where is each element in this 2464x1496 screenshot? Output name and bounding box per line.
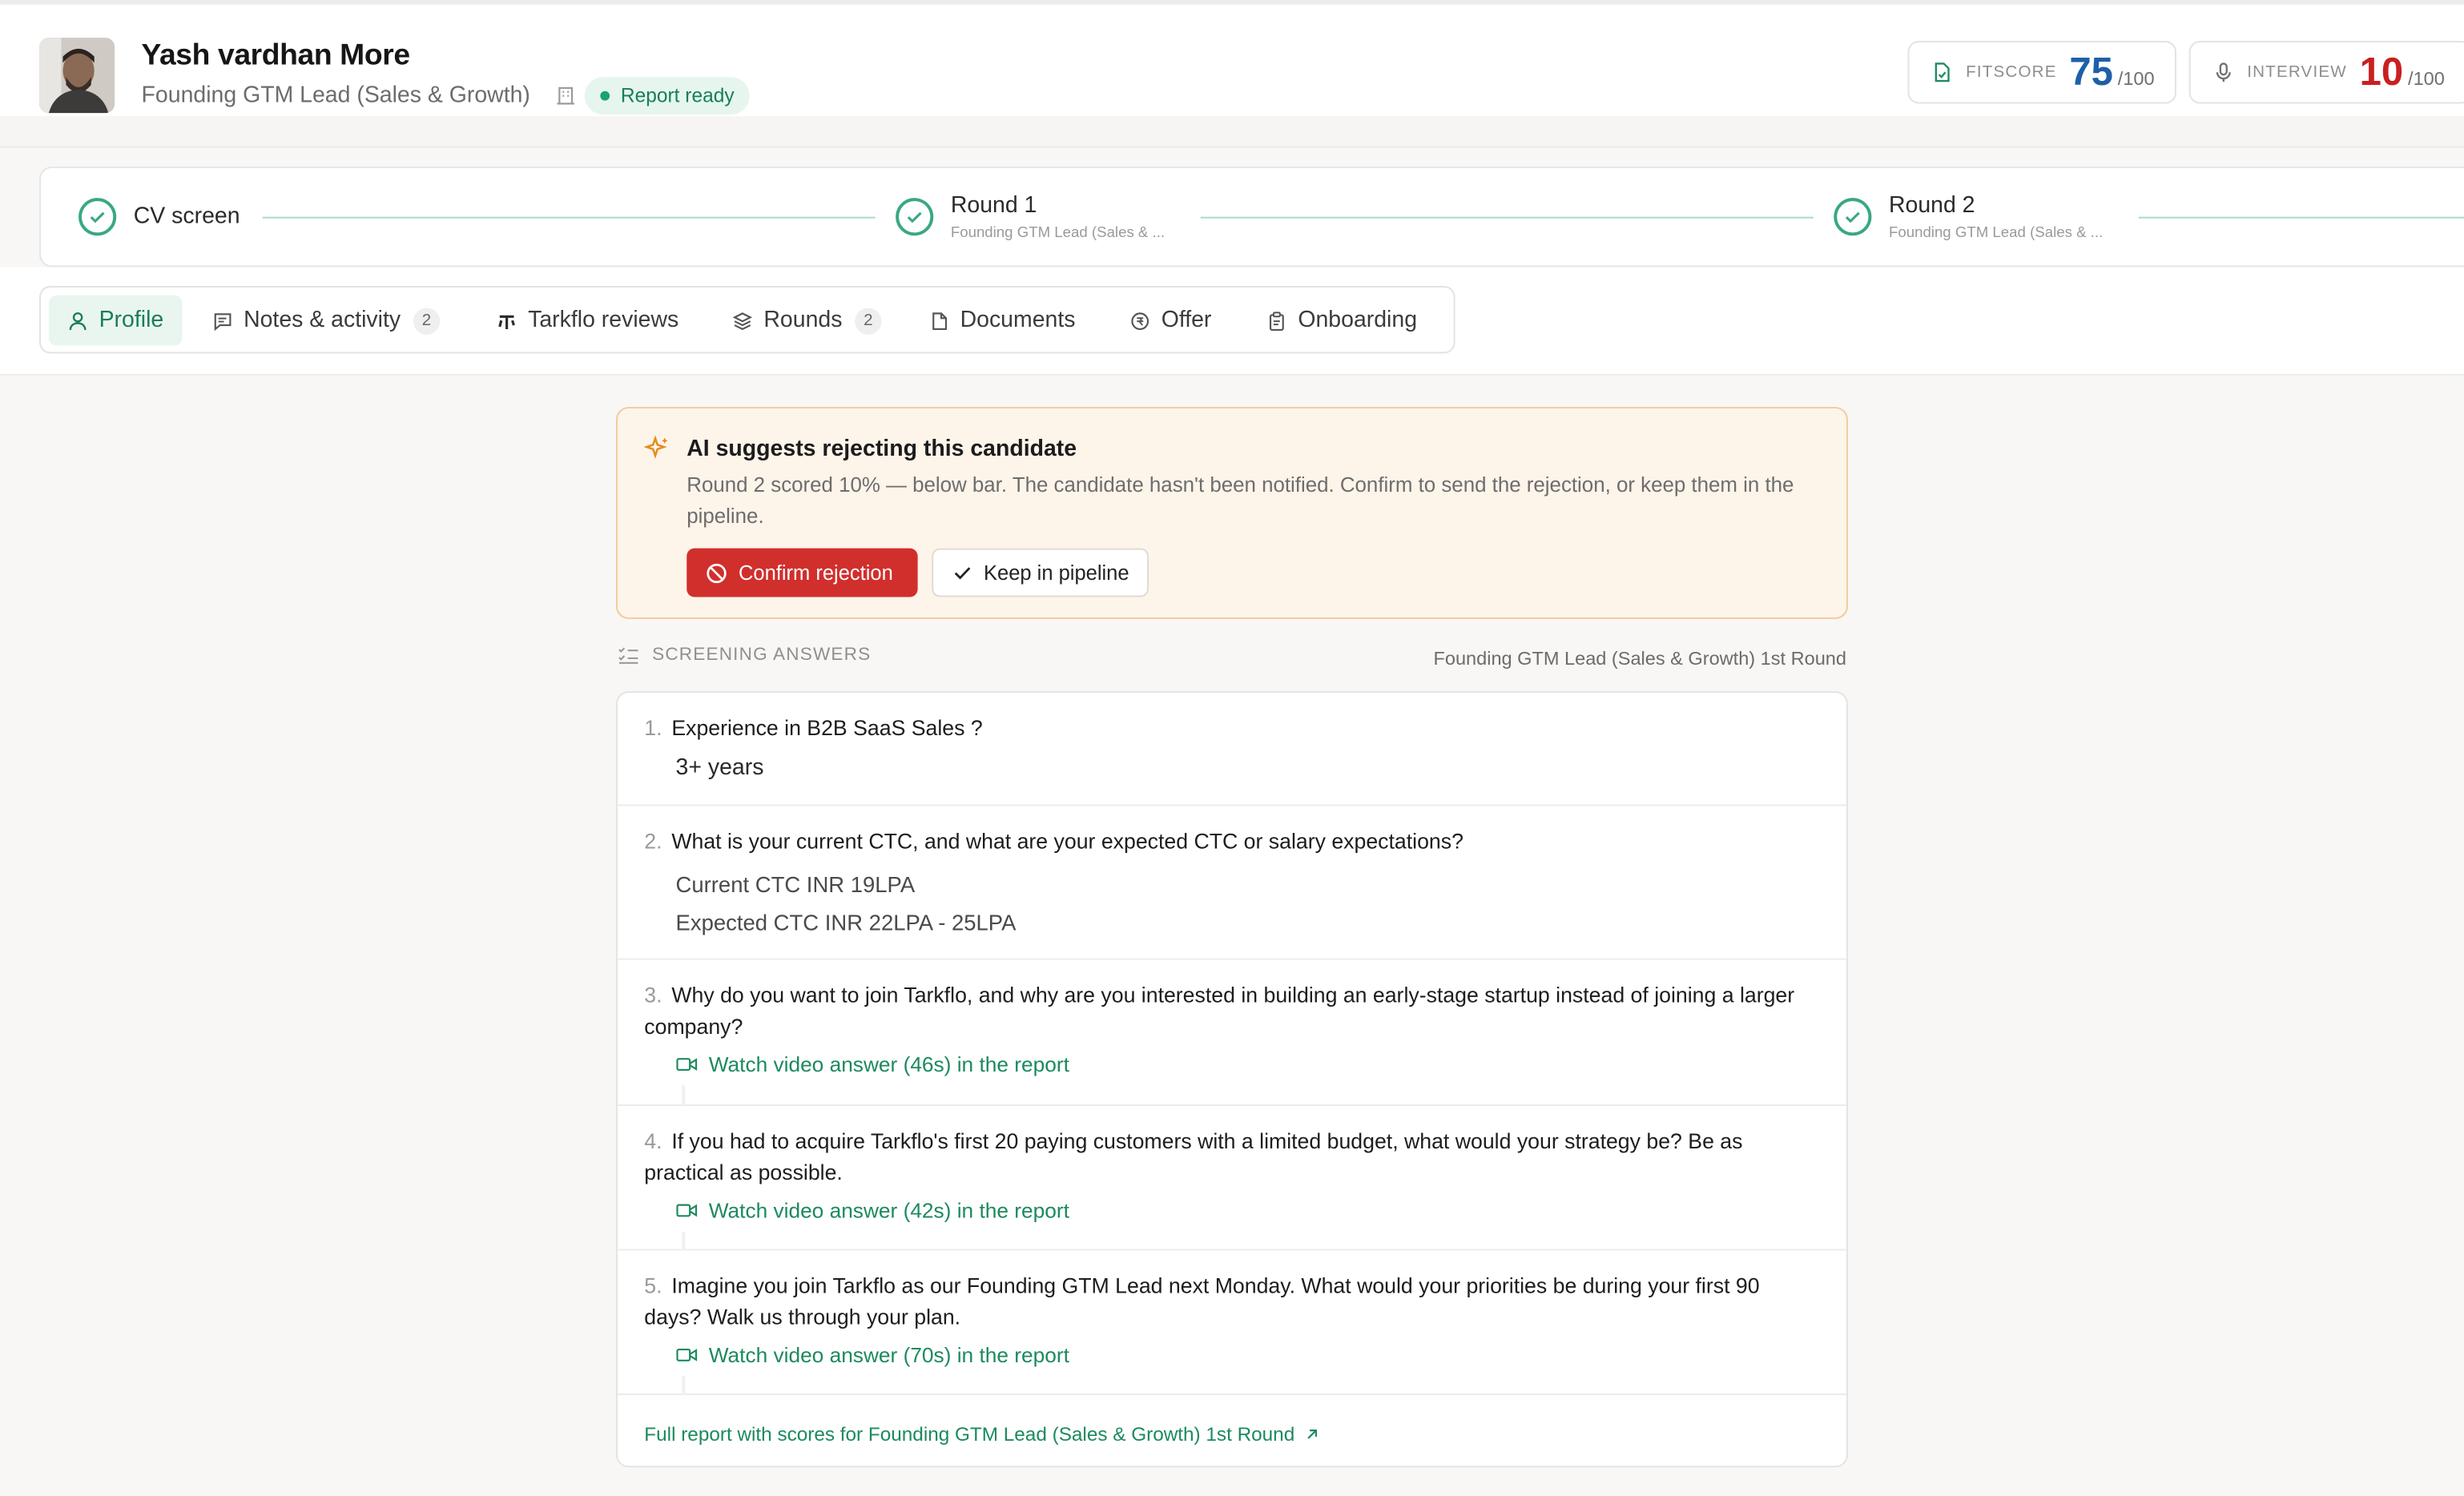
list-item: 4. If you had to acquire Tarkflo's first … xyxy=(617,1106,1846,1251)
message-icon xyxy=(214,312,232,331)
screening-answers-card: 1. Experience in B2B SaaS Sales ? 3+ year… xyxy=(615,691,1848,1468)
tab-label: Profile xyxy=(99,308,164,333)
step-complete-check-icon xyxy=(79,198,117,236)
video-icon xyxy=(676,1349,698,1361)
layers-icon xyxy=(732,312,753,330)
watch-video-link[interactable]: Watch video answer (70s) in the report xyxy=(676,1343,1069,1367)
question-text: 4. If you had to acquire Tarkflo's first … xyxy=(644,1129,1743,1185)
list-item: 3. Why do you want to join Tarkflo, and w… xyxy=(617,960,1846,1107)
keep-in-pipeline-button[interactable]: Keep in pipeline xyxy=(932,548,1149,597)
status-badge-label: Report ready xyxy=(620,84,735,107)
microphone-icon xyxy=(2216,62,2231,82)
step-round-2[interactable]: Round 2 xyxy=(1889,193,1975,218)
step-complete-check-icon xyxy=(896,198,934,236)
step-connector xyxy=(1200,216,1814,219)
tab-label: Rounds xyxy=(763,308,843,333)
question-text: 1. Experience in B2B SaaS Sales ? xyxy=(644,716,983,740)
pipeline-stepper: CV screen Round 1 Founding GTM Lead (Sal… xyxy=(39,166,2464,267)
tab-tarkflo-reviews[interactable]: Tarkflo reviews xyxy=(497,296,678,346)
step-complete-check-icon xyxy=(1834,198,1872,236)
candidate-name: Yash vardhan More xyxy=(141,39,411,73)
answer-line: Expected CTC INR 22LPA - 25LPA xyxy=(675,909,1017,935)
candidate-role: Founding GTM Lead (Sales & Growth) xyxy=(141,82,530,109)
document-check-icon xyxy=(1935,62,1950,82)
tarkflo-logo-icon xyxy=(498,314,515,328)
tab-count-badge: 2 xyxy=(855,307,882,334)
step-connector xyxy=(2138,216,2464,219)
fitscore-denominator: /100 xyxy=(2117,67,2155,90)
ban-icon xyxy=(707,562,727,583)
tab-label: Offer xyxy=(1161,308,1212,333)
ai-suggestion-description: Round 2 scored 10% — below bar. The cand… xyxy=(686,473,1794,529)
confirm-rejection-label: Confirm rejection xyxy=(738,561,893,585)
tab-label: Onboarding xyxy=(1298,308,1418,333)
screening-answers-heading: SCREENING ANSWERS xyxy=(618,645,871,665)
ai-suggestion-panel: AI suggests rejecting this candidate Rou… xyxy=(615,407,1848,619)
tab-label: Documents xyxy=(960,308,1076,333)
interview-denominator: /100 xyxy=(2408,67,2445,90)
interview-value: 10 xyxy=(2359,49,2404,94)
checklist-icon xyxy=(618,647,638,664)
ai-suggestion-title: AI suggests rejecting this candidate xyxy=(686,436,1077,462)
header-divider xyxy=(0,116,2464,148)
divider xyxy=(682,1085,686,1105)
step-round-2-subtitle: Founding GTM Lead (Sales & ... xyxy=(1888,224,2104,243)
step-round-1[interactable]: Round 1 xyxy=(951,193,1037,218)
video-icon xyxy=(676,1204,698,1217)
step-round-1-subtitle: Founding GTM Lead (Sales & ... xyxy=(950,224,1166,243)
clipboard-icon xyxy=(1269,311,1284,331)
user-icon xyxy=(69,312,87,330)
tab-profile[interactable]: Profile xyxy=(48,295,183,346)
fitscore-label: FITSCORE xyxy=(1966,62,2057,82)
question-text: 2. What is your current CTC, and what are… xyxy=(644,829,1464,854)
file-icon xyxy=(932,312,948,330)
building-icon xyxy=(554,85,576,107)
divider xyxy=(682,1231,686,1251)
tab-rounds[interactable]: Rounds 2 xyxy=(732,296,882,346)
watch-video-link[interactable]: Watch video answer (46s) in the report xyxy=(676,1052,1069,1076)
step-cv-screen[interactable]: CV screen xyxy=(134,204,240,229)
interview-label: INTERVIEW xyxy=(2247,62,2347,82)
tab-count-badge: 2 xyxy=(413,307,441,334)
list-item: 5. Imagine you join Tarkflo as our Foundi… xyxy=(617,1251,1846,1395)
tab-label: Tarkflo reviews xyxy=(528,308,679,333)
tab-label: Notes & activity xyxy=(244,308,401,333)
step-connector xyxy=(262,216,876,219)
status-badge: Report ready xyxy=(584,77,751,115)
fitscore-value: 75 xyxy=(2069,49,2113,94)
divider xyxy=(682,1376,686,1395)
tab-notes-activity[interactable]: Notes & activity 2 xyxy=(212,296,441,346)
keep-in-pipeline-label: Keep in pipeline xyxy=(984,561,1129,585)
question-text: 5. Imagine you join Tarkflo as our Foundi… xyxy=(644,1273,1760,1329)
question-text: 3. Why do you want to join Tarkflo, and w… xyxy=(644,983,1795,1039)
tabs-bar: Profile Notes & activity 2 Tarkflo revie… xyxy=(0,267,2464,376)
list-item: 1. Experience in B2B SaaS Sales ? 3+ year… xyxy=(617,693,1846,806)
screening-round-label: Founding GTM Lead (Sales & Growth) 1st R… xyxy=(1433,647,1846,670)
list-item: 2. What is your current CTC, and what are… xyxy=(617,806,1846,960)
full-report-link[interactable]: Full report with scores for Founding GTM… xyxy=(644,1423,1319,1446)
confirm-rejection-button[interactable]: Confirm rejection xyxy=(686,548,918,597)
status-dot-icon xyxy=(600,90,610,101)
screening-answers-label: SCREENING ANSWERS xyxy=(652,645,872,665)
check-icon xyxy=(954,567,971,580)
tab-offer[interactable]: Offer xyxy=(1129,296,1211,346)
tab-onboarding[interactable]: Onboarding xyxy=(1266,296,1417,346)
tab-list: Profile Notes & activity 2 Tarkflo revie… xyxy=(39,286,1455,354)
answer-line: Current CTC INR 19LPA xyxy=(675,871,916,898)
avatar xyxy=(39,38,115,114)
watch-video-link[interactable]: Watch video answer (42s) in the report xyxy=(676,1199,1069,1222)
answer-text: 3+ years xyxy=(675,755,764,781)
external-link-icon xyxy=(1307,1430,1317,1439)
candidate-header: Yash vardhan More Founding GTM Lead (Sal… xyxy=(0,4,2464,117)
interview-score-card[interactable]: INTERVIEW 10 /100 xyxy=(2188,41,2464,104)
fitscore-card[interactable]: FITSCORE 75 /100 xyxy=(1907,41,2176,104)
sparkle-icon xyxy=(643,435,670,469)
tab-documents[interactable]: Documents xyxy=(928,296,1075,346)
coin-icon xyxy=(1131,312,1149,330)
video-icon xyxy=(676,1058,698,1071)
